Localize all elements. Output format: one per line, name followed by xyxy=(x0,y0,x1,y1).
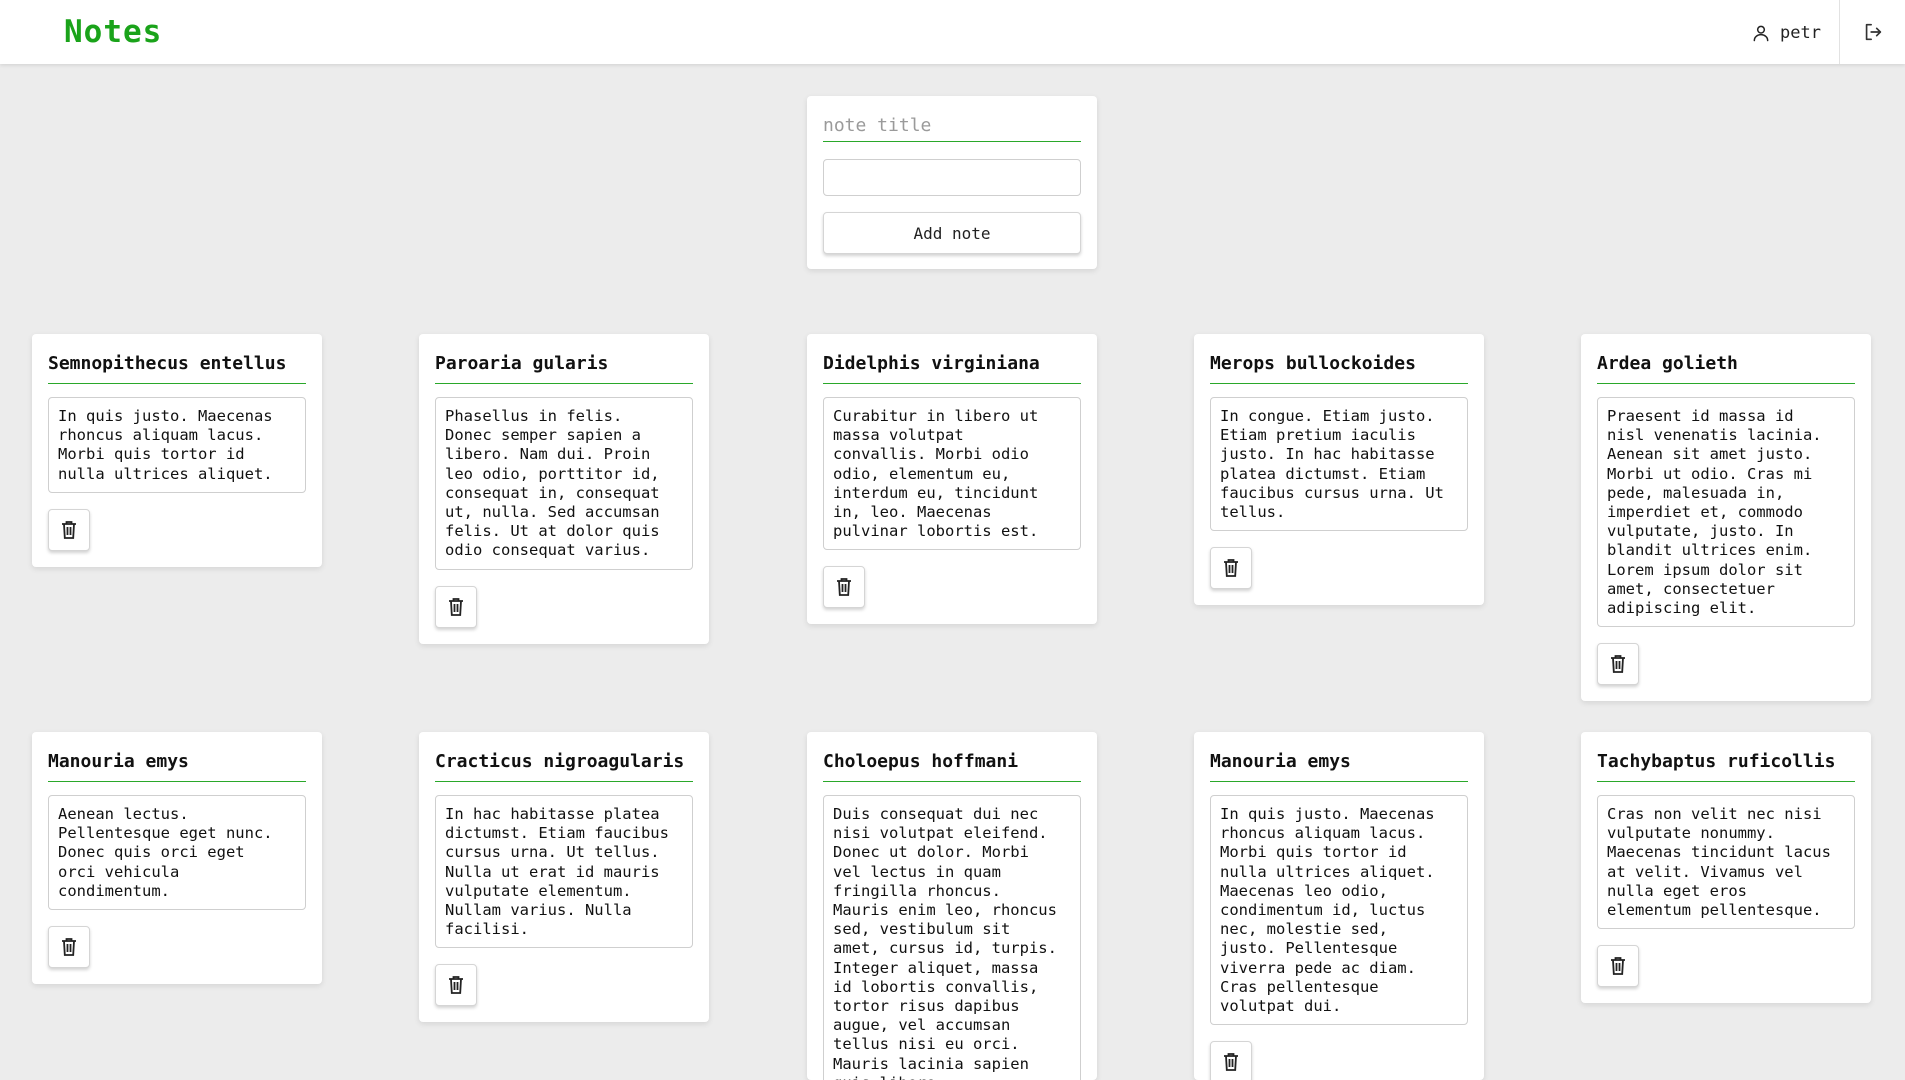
note-body[interactable]: In quis justo. Maecenas rhoncus aliquam … xyxy=(1210,795,1468,1026)
note-body[interactable]: Curabitur in libero ut massa volutpat co… xyxy=(823,397,1081,551)
note-title: Didelphis virginiana xyxy=(823,352,1081,384)
top-bar: Notes petr xyxy=(0,0,1905,64)
note-card: Manouria emys Aenean lectus. Pellentesqu… xyxy=(32,732,322,985)
note-body[interactable]: Aenean lectus. Pellentesque eget nunc. D… xyxy=(48,795,306,911)
delete-note-button[interactable] xyxy=(1597,945,1639,988)
note-card: Choloepus hoffmani Duis consequat dui ne… xyxy=(807,732,1097,1080)
user-menu[interactable]: petr xyxy=(1751,21,1821,45)
note-title: Merops bullockoides xyxy=(1210,352,1468,384)
note-body-input[interactable] xyxy=(823,159,1081,196)
note-card: Paroaria gularis Phasellus in felis. Don… xyxy=(419,334,709,644)
logout-button[interactable] xyxy=(1839,0,1905,64)
trash-icon xyxy=(1224,1053,1238,1072)
note-title: Manouria emys xyxy=(48,750,306,782)
note-card: Merops bullockoides In congue. Etiam jus… xyxy=(1194,334,1484,606)
note-title: Manouria emys xyxy=(1210,750,1468,782)
delete-note-button[interactable] xyxy=(1597,643,1639,686)
trash-icon xyxy=(449,976,463,995)
logout-icon xyxy=(1865,23,1881,41)
note-title: Choloepus hoffmani xyxy=(823,750,1081,782)
delete-note-button[interactable] xyxy=(48,926,90,969)
note-card: Cracticus nigroagularis In hac habitasse… xyxy=(419,732,709,1023)
note-card: Manouria emys In quis justo. Maecenas rh… xyxy=(1194,732,1484,1080)
add-note-button[interactable]: Add note xyxy=(823,212,1081,254)
trash-icon xyxy=(1224,559,1238,578)
note-body[interactable]: In congue. Etiam justo. Etiam pretium ia… xyxy=(1210,397,1468,532)
note-card: Ardea golieth Praesent id massa id nisl … xyxy=(1581,334,1871,702)
note-body[interactable]: In hac habitasse platea dictumst. Etiam … xyxy=(435,795,693,949)
trash-icon xyxy=(449,597,463,616)
delete-note-button[interactable] xyxy=(823,566,865,609)
app-title: Notes xyxy=(64,14,163,50)
note-title-input[interactable] xyxy=(823,110,1081,142)
note-body[interactable]: Cras non velit nec nisi vulputate nonumm… xyxy=(1597,795,1855,930)
trash-icon xyxy=(1611,957,1625,976)
trash-icon xyxy=(837,578,851,597)
delete-note-button[interactable] xyxy=(435,964,477,1007)
note-title: Semnopithecus entellus xyxy=(48,352,306,384)
note-title: Paroaria gularis xyxy=(435,352,693,384)
note-title: Tachybaptus ruficollis xyxy=(1597,750,1855,782)
note-title: Cracticus nigroagularis xyxy=(435,750,693,782)
note-body[interactable]: Praesent id massa id nisl venenatis laci… xyxy=(1597,397,1855,628)
note-card: Didelphis virginiana Curabitur in libero… xyxy=(807,334,1097,625)
note-card: Tachybaptus ruficollis Cras non velit ne… xyxy=(1581,732,1871,1004)
username: petr xyxy=(1780,23,1821,43)
delete-note-button[interactable] xyxy=(48,508,90,551)
delete-note-button[interactable] xyxy=(435,585,477,628)
trash-icon xyxy=(1611,655,1625,674)
note-title: Ardea golieth xyxy=(1597,352,1855,384)
delete-note-button[interactable] xyxy=(1210,1041,1252,1080)
user-icon xyxy=(1753,25,1769,42)
new-note-form: Add note xyxy=(807,96,1097,269)
note-body[interactable]: Phasellus in felis. Donec semper sapien … xyxy=(435,397,693,570)
note-card: Semnopithecus entellus In quis justo. Ma… xyxy=(32,334,322,567)
note-body[interactable]: In quis justo. Maecenas rhoncus aliquam … xyxy=(48,397,306,493)
trash-icon xyxy=(62,938,76,956)
delete-note-button[interactable] xyxy=(1210,547,1252,590)
note-body[interactable]: Duis consequat dui nec nisi volutpat ele… xyxy=(823,795,1081,1080)
trash-icon xyxy=(62,520,76,539)
